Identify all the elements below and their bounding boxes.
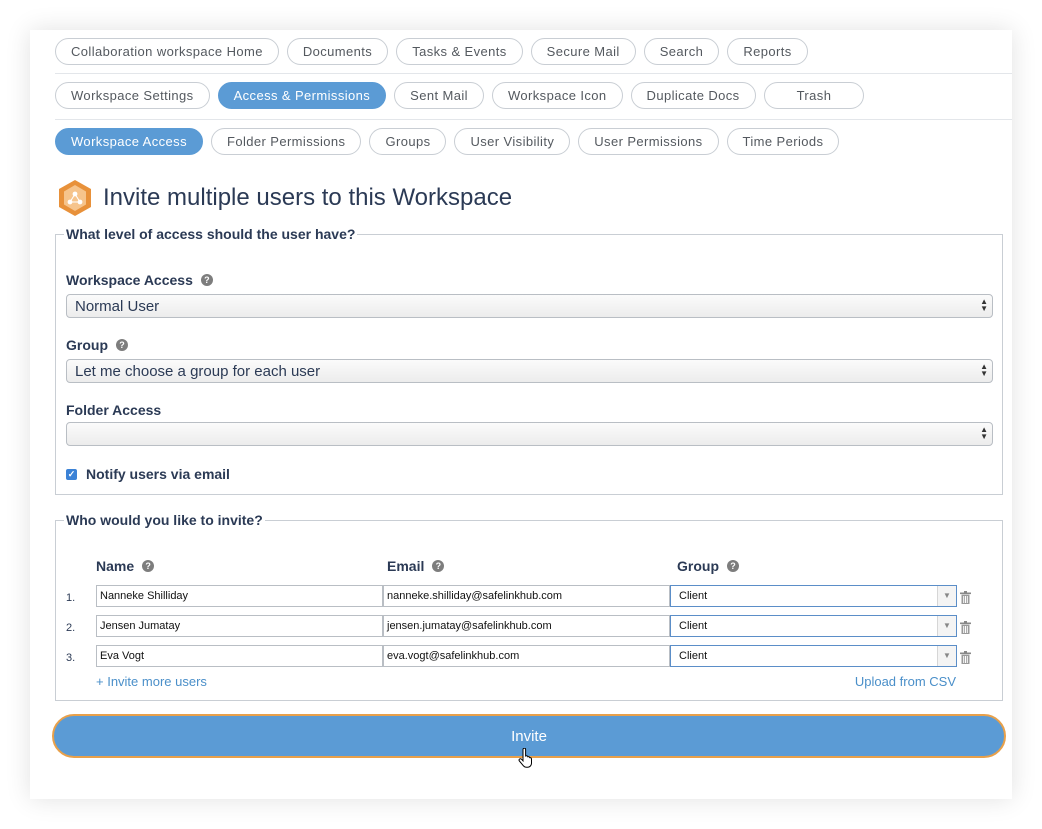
trash-icon[interactable] xyxy=(960,651,971,664)
column-header-group: Group ? xyxy=(677,558,739,574)
notify-users-label: Notify users via email xyxy=(86,466,230,482)
group-dropdown[interactable]: Client ▼ xyxy=(670,585,957,607)
workspace-access-value: Normal User xyxy=(75,297,160,315)
help-icon[interactable]: ? xyxy=(200,274,213,286)
access-level-section: What level of access should the user hav… xyxy=(55,226,1003,495)
page-heading: Invite multiple users to this Workspace xyxy=(55,178,512,218)
email-input[interactable]: eva.vogt@safelinkhub.com xyxy=(383,645,670,667)
tab-reports[interactable]: Reports xyxy=(727,38,808,65)
email-input[interactable]: nanneke.shilliday@safelinkhub.com xyxy=(383,585,670,607)
group-label-text: Group xyxy=(66,337,108,353)
select-arrows-icon: ▲ ▼ xyxy=(980,425,988,441)
chevron-down-icon: ▼ xyxy=(937,616,956,636)
upload-csv-link[interactable]: Upload from CSV xyxy=(855,674,956,689)
name-input[interactable]: Eva Vogt xyxy=(96,645,383,667)
row-number: 3. xyxy=(66,652,76,664)
nav-row-tertiary: Workspace Access Folder Permissions Grou… xyxy=(55,128,840,155)
nav-row-primary: Collaboration workspace Home Documents T… xyxy=(55,38,808,65)
invite-button-label: Invite xyxy=(511,727,547,745)
tab-collaboration-home[interactable]: Collaboration workspace Home xyxy=(55,38,279,65)
folder-access-select[interactable]: ▲ ▼ xyxy=(66,422,993,446)
workspace-access-label-text: Workspace Access xyxy=(66,272,193,288)
tab-workspace-settings[interactable]: Workspace Settings xyxy=(55,82,210,109)
group-label: Group ? xyxy=(66,337,128,353)
trash-icon[interactable] xyxy=(960,591,971,604)
invite-panel: Collaboration workspace Home Documents T… xyxy=(30,30,1012,799)
group-select-value: Let me choose a group for each user xyxy=(75,362,321,380)
group-dropdown-value: Client xyxy=(679,620,708,632)
workspace-access-label: Workspace Access ? xyxy=(66,272,213,288)
tab-user-visibility[interactable]: User Visibility xyxy=(454,128,571,155)
tab-workspace-access[interactable]: Workspace Access xyxy=(55,128,203,155)
access-level-legend: What level of access should the user hav… xyxy=(66,226,356,242)
select-arrows-icon: ▲ ▼ xyxy=(980,362,988,378)
chevron-down-icon: ▼ xyxy=(937,646,956,666)
invite-users-legend: Who would you like to invite? xyxy=(66,512,263,528)
help-icon[interactable]: ? xyxy=(116,339,128,351)
tab-groups[interactable]: Groups xyxy=(369,128,447,155)
tab-time-periods[interactable]: Time Periods xyxy=(726,128,840,155)
tab-secure-mail[interactable]: Secure Mail xyxy=(530,38,636,65)
name-input[interactable]: Nanneke Shilliday xyxy=(96,585,383,607)
tab-sent-mail[interactable]: Sent Mail xyxy=(394,82,484,109)
notify-users-checkbox[interactable]: ✓ Notify users via email xyxy=(66,466,230,482)
help-icon[interactable]: ? xyxy=(432,560,445,572)
tab-trash[interactable]: Trash xyxy=(763,82,865,109)
checkmark-icon[interactable]: ✓ xyxy=(66,468,77,480)
tab-user-permissions[interactable]: User Permissions xyxy=(578,128,719,155)
group-dropdown-value: Client xyxy=(679,590,708,602)
email-input[interactable]: jensen.jumatay@safelinkhub.com xyxy=(383,615,670,637)
hand-cursor-icon xyxy=(518,748,532,768)
chevron-down-icon: ▼ xyxy=(937,586,956,606)
tab-tasks-events[interactable]: Tasks & Events xyxy=(396,38,523,65)
row-number: 2. xyxy=(66,622,76,634)
tab-documents[interactable]: Documents xyxy=(286,38,389,65)
column-header-email: Email ? xyxy=(387,558,445,574)
page-title: Invite multiple users to this Workspace xyxy=(103,184,513,211)
select-arrows-icon: ▲ ▼ xyxy=(980,297,988,313)
workspace-access-select[interactable]: Normal User ▲ ▼ xyxy=(66,294,993,318)
trash-icon[interactable] xyxy=(960,621,971,634)
invite-users-section: Who would you like to invite? Name ? Ema… xyxy=(55,512,1003,701)
group-dropdown-value: Client xyxy=(679,650,708,662)
column-header-email-text: Email xyxy=(387,558,425,574)
workspace-hexagon-icon xyxy=(59,180,91,216)
group-dropdown[interactable]: Client ▼ xyxy=(670,615,957,637)
nav-row-secondary: Workspace Settings Access & Permissions … xyxy=(55,82,865,109)
tab-folder-permissions[interactable]: Folder Permissions xyxy=(210,128,362,155)
invite-more-users-link[interactable]: + Invite more users xyxy=(96,674,207,689)
folder-access-label: Folder Access xyxy=(66,402,161,418)
name-input[interactable]: Jensen Jumatay xyxy=(96,615,383,637)
tab-access-permissions[interactable]: Access & Permissions xyxy=(217,82,387,109)
group-dropdown[interactable]: Client ▼ xyxy=(670,645,957,667)
help-icon[interactable]: ? xyxy=(142,560,155,572)
row-number: 1. xyxy=(66,592,76,604)
column-header-name-text: Name xyxy=(96,558,135,574)
column-header-group-text: Group xyxy=(677,558,719,574)
folder-access-label-text: Folder Access xyxy=(66,402,162,418)
group-select[interactable]: Let me choose a group for each user ▲ ▼ xyxy=(66,359,993,383)
tab-search[interactable]: Search xyxy=(643,38,720,65)
tab-duplicate-docs[interactable]: Duplicate Docs xyxy=(630,82,756,109)
column-header-name: Name ? xyxy=(96,558,155,574)
divider xyxy=(55,73,1012,74)
help-icon[interactable]: ? xyxy=(727,560,739,572)
tab-workspace-icon[interactable]: Workspace Icon xyxy=(491,82,623,109)
divider xyxy=(55,119,1012,120)
